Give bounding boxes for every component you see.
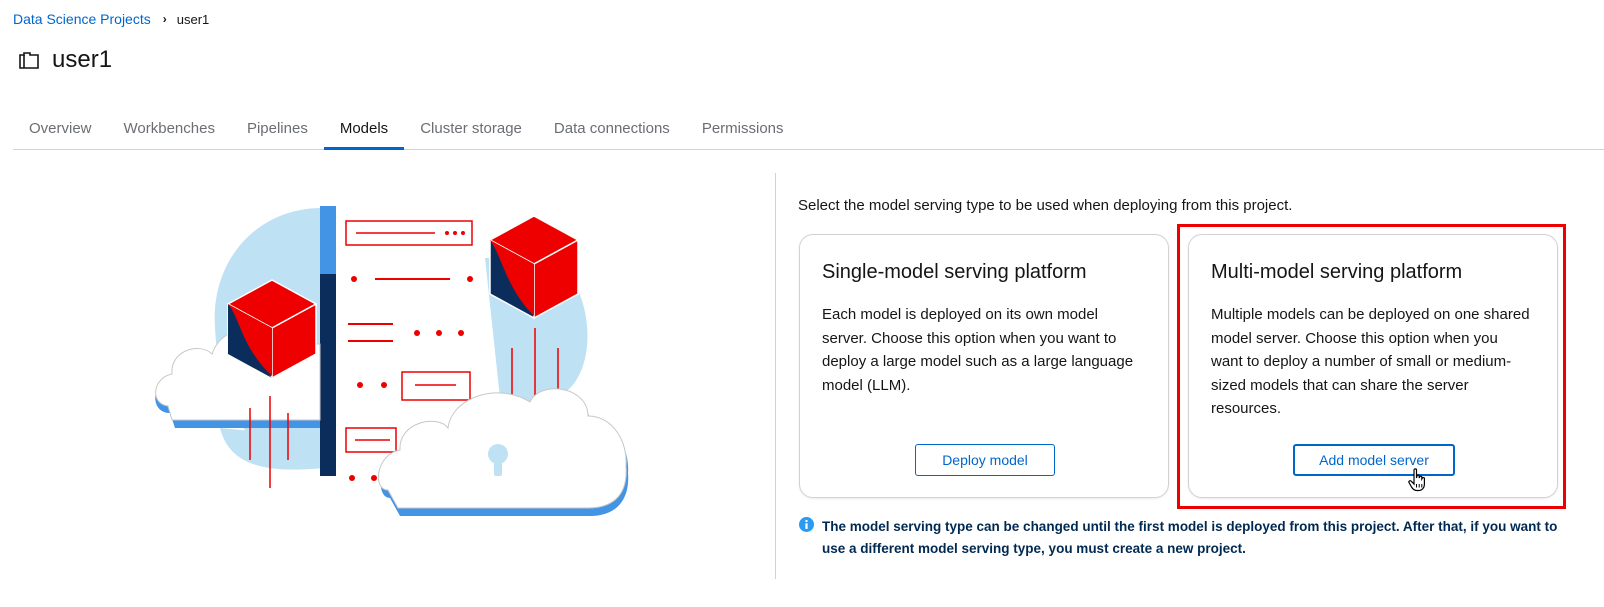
breadcrumb-current: user1 bbox=[176, 11, 210, 27]
multi-model-serving-card: Multi-model serving platform Multiple mo… bbox=[1188, 234, 1558, 498]
breadcrumb: Data Science Projects › user1 bbox=[13, 11, 209, 27]
model-serving-illustration bbox=[155, 206, 629, 516]
serving-type-intro: Select the model serving type to be used… bbox=[798, 197, 1293, 214]
serving-type-note: The model serving type can be changed un… bbox=[799, 516, 1559, 559]
single-model-card-title: Single-model serving platform bbox=[822, 261, 1087, 283]
single-model-serving-card: Single-model serving platform Each model… bbox=[799, 234, 1169, 498]
project-icon bbox=[19, 52, 39, 69]
single-model-card-description: Each model is deployed on its own model … bbox=[822, 306, 1134, 394]
tab-pipelines[interactable]: Pipelines bbox=[231, 106, 324, 149]
tab-data-connections[interactable]: Data connections bbox=[538, 106, 686, 149]
chevron-right-icon: › bbox=[162, 12, 167, 26]
section-divider bbox=[775, 173, 776, 579]
tab-models[interactable]: Models bbox=[323, 106, 405, 150]
tab-workbenches[interactable]: Workbenches bbox=[108, 106, 231, 149]
page-title: user1 bbox=[52, 46, 113, 73]
project-tabs: Overview Workbenches Pipelines Models Cl… bbox=[13, 106, 1604, 150]
breadcrumb-link-projects[interactable]: Data Science Projects bbox=[13, 11, 151, 27]
multi-model-card-description: Multiple models can be deployed on one s… bbox=[1211, 306, 1530, 417]
tab-cluster-storage[interactable]: Cluster storage bbox=[404, 106, 538, 149]
deploy-model-button[interactable]: Deploy model bbox=[915, 444, 1055, 476]
tab-permissions[interactable]: Permissions bbox=[686, 106, 800, 149]
serving-type-note-text: The model serving type can be changed un… bbox=[822, 519, 1558, 556]
multi-model-card-title: Multi-model serving platform bbox=[1211, 261, 1463, 283]
hand-pointer-icon bbox=[1408, 468, 1425, 492]
add-model-server-button[interactable]: Add model server bbox=[1293, 444, 1455, 476]
tab-overview[interactable]: Overview bbox=[13, 106, 108, 149]
info-circle-icon bbox=[799, 517, 814, 532]
page-header: user1 bbox=[18, 46, 112, 74]
